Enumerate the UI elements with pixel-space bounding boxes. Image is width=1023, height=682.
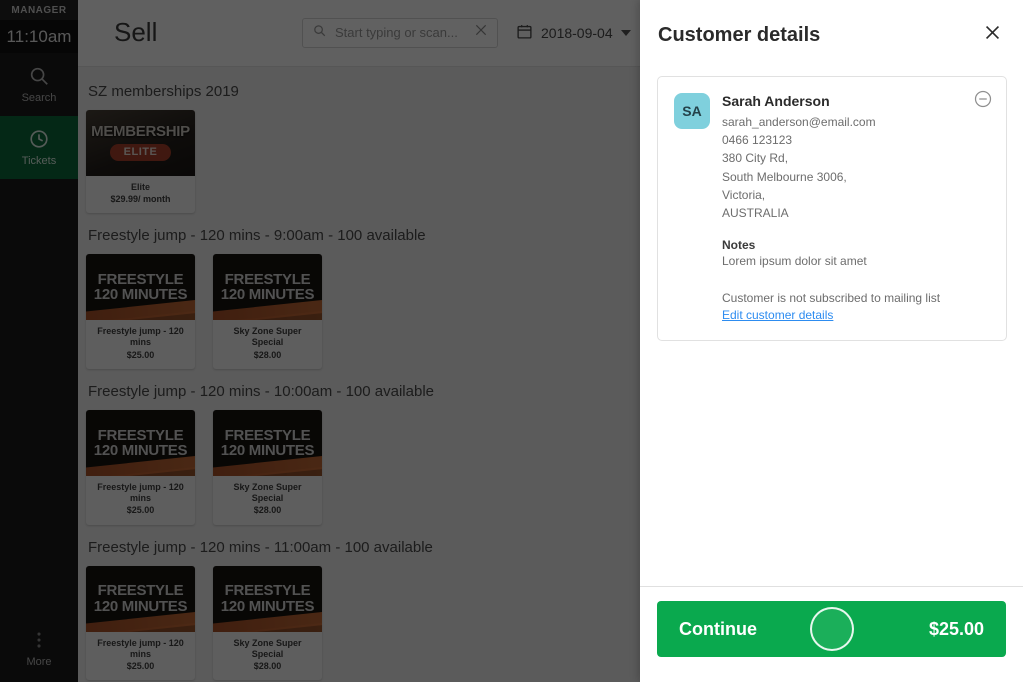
customer-name: Sarah Anderson [722,93,830,109]
edit-customer-details-link[interactable]: Edit customer details [722,308,833,322]
continue-button-label: Continue [679,618,757,639]
customer-address-line-1: 380 City Rd, [722,151,789,166]
mailing-list-status: Customer is not subscribed to mailing li… [722,291,941,306]
drawer-body: SA Sarah Anderson sarah_anderson@email.c… [640,70,1023,586]
customer-details-drawer: Customer details SA Sarah Anderson sarah… [640,0,1023,682]
close-icon [983,23,1002,47]
customer-card: SA Sarah Anderson sarah_anderson@email.c… [657,76,1007,342]
modal-scrim[interactable] [0,0,640,682]
customer-info: Sarah Anderson sarah_anderson@email.com … [722,93,992,324]
close-drawer-button[interactable] [977,20,1007,50]
drawer-footer: Continue $25.00 [640,586,1023,682]
continue-button[interactable]: Continue $25.00 [657,601,1006,657]
customer-address-line-2: South Melbourne 3006, [722,169,847,184]
customer-address-line-4: AUSTRALIA [722,206,789,221]
drawer-header: Customer details [640,0,1023,70]
notes-heading: Notes [722,238,756,253]
customer-phone: 0466 123123 [722,133,793,148]
avatar: SA [674,93,710,129]
app-root: MANAGER 11:10am Search Tickets [0,0,1023,682]
tap-ripple-indicator [809,607,854,651]
continue-button-amount: $25.00 [928,618,984,639]
customer-address-line-3: Victoria, [722,187,766,202]
remove-customer-button[interactable] [973,89,995,111]
notes-body: Lorem ipsum dolor sit amet [722,254,867,269]
customer-email: sarah_anderson@email.com [722,115,876,129]
drawer-title: Customer details [658,23,821,46]
minus-circle-icon [973,90,993,113]
